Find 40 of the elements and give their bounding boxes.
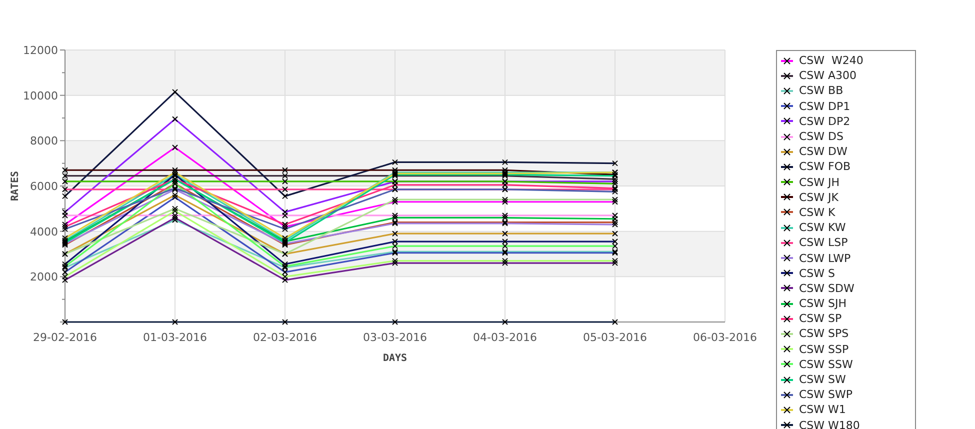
legend-label: CSW K xyxy=(799,206,836,219)
x-tick-label: 05-03-2016 xyxy=(583,331,647,344)
legend-label: CSW SPS xyxy=(799,327,849,340)
legend-label: CSW KW xyxy=(799,221,846,234)
x-tick-label: 29-02-2016 xyxy=(33,331,97,344)
x-axis-title: DAYS xyxy=(382,353,408,364)
legend-label: CSW DP2 xyxy=(799,114,850,128)
legend-label: CSW LWP xyxy=(799,252,851,265)
legend-label: CSW LSP xyxy=(799,236,848,250)
legend-label: CSW W180 xyxy=(799,418,860,429)
legend-label: CSW A300 xyxy=(799,69,857,82)
y-axis-title: RATES xyxy=(10,170,21,202)
y-tick-label: 2000 xyxy=(30,270,58,284)
legend-label: CSW FOB xyxy=(799,160,851,174)
legend-label: CSW SDW xyxy=(799,282,854,295)
y-tick-label: 6000 xyxy=(30,180,58,193)
y-tick-label: 4000 xyxy=(30,225,58,238)
legend-label: CSW SJH xyxy=(799,297,847,310)
legend-label: CSW SWP xyxy=(799,388,853,402)
legend-label: CSW SW xyxy=(799,373,846,386)
legend-label: CSW DS xyxy=(799,130,844,144)
legend-label: CSW SSP xyxy=(799,342,849,356)
x-tick-label: 02-03-2016 xyxy=(253,331,317,344)
y-tick-label: 12000 xyxy=(23,44,58,57)
x-tick-label: 04-03-2016 xyxy=(473,331,537,344)
legend-label: CSW SP xyxy=(799,312,842,326)
legend-label: CSW W240 xyxy=(799,54,864,68)
x-tick-label: 06-03-2016 xyxy=(693,331,757,344)
y-tick-label: 10000 xyxy=(23,89,58,102)
x-tick-label: 01-03-2016 xyxy=(143,331,207,344)
legend-label: CSW SSW xyxy=(799,358,853,371)
x-tick-label: 03-03-2016 xyxy=(363,331,427,344)
legend-label: CSW DW xyxy=(799,145,848,158)
y-tick-label: 8000 xyxy=(30,134,58,148)
legend-label: CSW JH xyxy=(799,176,840,189)
legend-label: CSW BB xyxy=(799,84,844,98)
legend-label: CSW W1 xyxy=(799,403,846,416)
legend-label: CSW S xyxy=(799,266,836,280)
legend-label: CSW DP1 xyxy=(799,100,850,113)
legend-label: CSW JK xyxy=(799,190,838,204)
